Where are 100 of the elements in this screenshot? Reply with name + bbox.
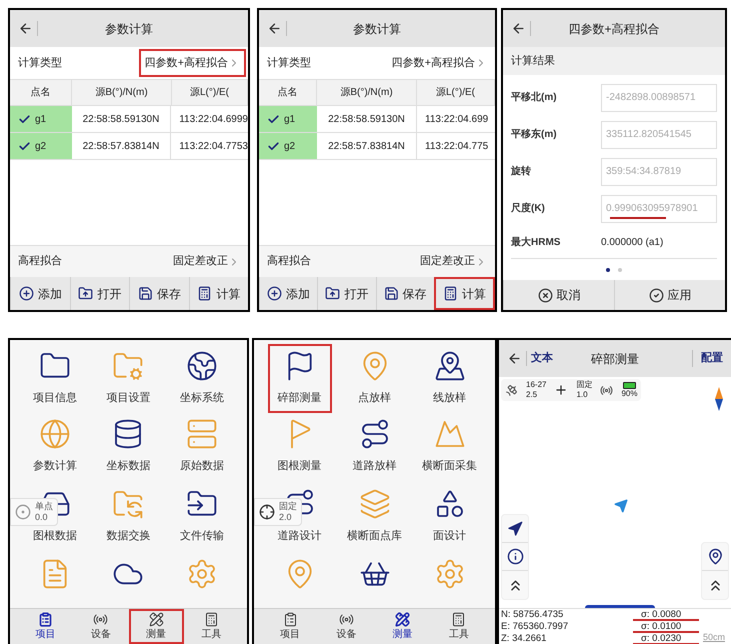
clipboard-icon: [282, 612, 298, 626]
map-pin-icon: [434, 350, 466, 382]
menu-item[interactable]: 项目信息: [22, 344, 87, 412]
toolbar-button[interactable]: 打开: [70, 277, 129, 310]
toolbar-button[interactable]: 计算: [434, 277, 495, 310]
nav-tab[interactable]: 工具: [184, 609, 239, 644]
globe-icon: [186, 350, 218, 382]
table-cell-text: 113:22:04.699: [424, 112, 490, 126]
coordinate-value: E: 765360.7997: [501, 621, 570, 633]
menu-item[interactable]: 坐标数据: [96, 412, 160, 480]
scale-label: 50cm: [702, 631, 725, 643]
menu-item[interactable]: 文件传输: [170, 482, 234, 550]
config-button[interactable]: 配置: [692, 350, 723, 367]
toolbar-button[interactable]: 保存: [129, 277, 188, 310]
nav-tab[interactable]: 项目: [18, 609, 74, 644]
point-name-cell[interactable]: g1: [259, 106, 317, 132]
check-circle-icon: [648, 288, 664, 302]
point-name-cell[interactable]: g1: [10, 106, 72, 132]
check-icon: [267, 112, 280, 126]
pdop-value: 2.5: [526, 390, 538, 400]
drawer-handle[interactable]: [585, 605, 655, 608]
field-label: 平移北(m): [511, 90, 558, 105]
nav-tab[interactable]: 工具: [430, 609, 487, 644]
status-widget[interactable]: 单点 0.0: [10, 498, 58, 526]
point-name-cell[interactable]: g2: [259, 133, 317, 159]
sigma-value: σ: 0.0100: [641, 621, 682, 632]
precision-value: 1.0: [576, 390, 589, 400]
point-name: g1: [284, 112, 296, 126]
save-icon: [138, 286, 153, 301]
antenna-icon: [338, 612, 354, 626]
height-fit-selector[interactable]: 固定差改正: [173, 253, 240, 270]
folder-arrow-icon: [325, 286, 340, 301]
clipboard-icon: [38, 612, 54, 626]
action-button[interactable]: 应用: [614, 280, 725, 310]
screen-title: 碎部测量: [590, 350, 640, 368]
calculator-icon: [442, 286, 458, 301]
menu-item[interactable]: 原始数据: [170, 412, 234, 480]
point-name: g2: [35, 140, 46, 154]
status-widget[interactable]: 固定 2.0: [254, 498, 302, 526]
plus-circle-icon: [18, 286, 34, 301]
back-button[interactable]: [507, 351, 527, 366]
text-button[interactable]: 文本: [531, 350, 553, 367]
toolbar-button[interactable]: 计算: [188, 277, 248, 310]
menu-item[interactable]: 面设计: [423, 482, 476, 550]
back-button[interactable]: [18, 21, 38, 36]
nav-tab[interactable]: 项目: [262, 609, 318, 644]
plus-circle-icon: [267, 286, 282, 301]
compass-icon: [715, 387, 723, 411]
field-value: 0.000000 (a1): [601, 236, 664, 250]
toolbar-button[interactable]: 保存: [376, 277, 434, 310]
nav-tab[interactable]: 测量: [128, 609, 184, 644]
satellite-count: 16-27: [526, 380, 546, 390]
sigma-value: σ: 0.0080: [641, 609, 682, 620]
menu-item[interactable]: 参数计算: [22, 412, 87, 480]
sigma-value: σ: 0.0230: [641, 633, 682, 644]
point-name-cell[interactable]: g2: [10, 133, 72, 159]
nav-tab[interactable]: 设备: [318, 609, 374, 644]
layers-icon: [358, 488, 390, 520]
action-button[interactable]: 取消: [503, 280, 614, 310]
menu-item[interactable]: 坐标系统: [170, 344, 234, 412]
field-label: 计算类型: [267, 56, 311, 71]
column-header: 源B(°)/N(m): [317, 80, 417, 105]
back-button[interactable]: [511, 21, 531, 36]
calc-type-selector[interactable]: 四参数+高程拟合: [386, 49, 493, 77]
menu-item[interactable]: 数据交换: [96, 482, 160, 550]
calculator-icon: [197, 286, 212, 301]
folder-sync-icon: [112, 488, 144, 520]
column-header: 点名: [259, 80, 317, 105]
table-cell-text: 113:22:04.775: [424, 140, 490, 154]
screen-title: 四参数+高程拟合: [567, 20, 660, 38]
table-cell-text: 113:22:04.7753: [178, 140, 248, 154]
navigation-icon: [507, 520, 523, 536]
map-pin-icon: [706, 548, 724, 565]
toolbar-button[interactable]: 添加: [10, 277, 70, 310]
check-icon: [18, 140, 31, 152]
cancel-icon: [538, 288, 552, 302]
back-button[interactable]: [267, 21, 287, 36]
field-label: 最大HRMS: [511, 236, 562, 250]
mountain-icon: [434, 418, 466, 450]
toolbar-button[interactable]: 打开: [317, 277, 376, 310]
height-fit-selector[interactable]: 固定差改正: [420, 253, 487, 270]
table-cell: 22:58:58.59130N: [72, 106, 172, 132]
table-cell-text: 113:22:04.6999: [178, 112, 248, 126]
menu-item[interactable]: 点放样: [348, 344, 401, 412]
menu-item[interactable]: 道路放样: [342, 412, 406, 480]
nav-tab[interactable]: 测量: [374, 609, 431, 644]
menu-item[interactable]: 横断面点库: [337, 482, 412, 550]
battery-percent: 90%: [621, 388, 638, 398]
menu-item[interactable]: 横断面采集: [412, 412, 487, 480]
column-header: 源L(°)/E(: [417, 80, 495, 105]
menu-item[interactable]: 碎部测量: [268, 344, 332, 412]
calc-type-selector[interactable]: 四参数+高程拟合: [138, 49, 246, 77]
menu-item[interactable]: 线放样: [423, 344, 476, 412]
menu-item[interactable]: 项目设置: [96, 344, 160, 412]
menu-item[interactable]: 图根测量: [268, 412, 332, 480]
position-arrow-icon: [614, 499, 628, 513]
nav-tab[interactable]: 设备: [73, 609, 128, 644]
coordinate-value: N: 58756.4735: [501, 609, 564, 621]
calculator-icon: [204, 612, 219, 626]
toolbar-button[interactable]: 添加: [259, 277, 318, 310]
